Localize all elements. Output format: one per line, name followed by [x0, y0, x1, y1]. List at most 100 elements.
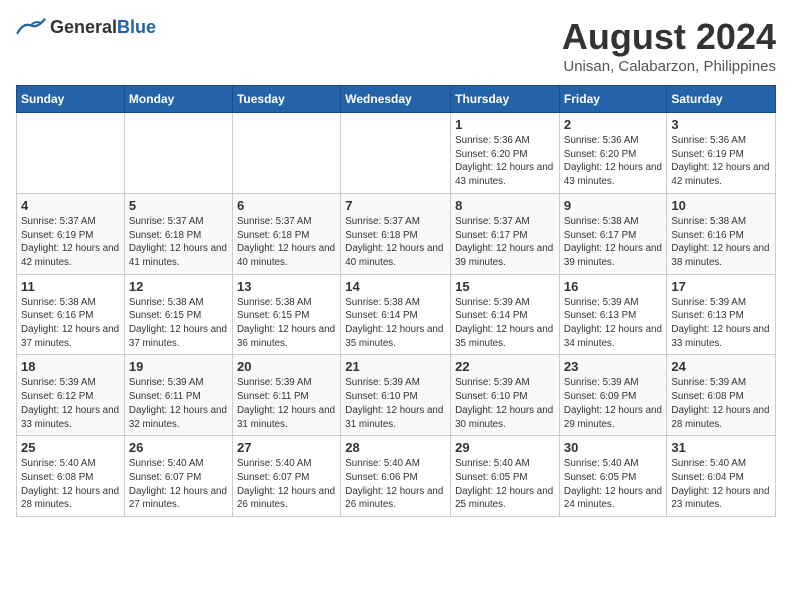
calendar-table: Sunday Monday Tuesday Wednesday Thursday…	[16, 85, 776, 517]
calendar-cell: 5 Sunrise: 5:37 AM Sunset: 6:18 PM Daylig…	[124, 193, 232, 274]
day-info: Sunrise: 5:39 AM Sunset: 6:11 PM Dayligh…	[129, 376, 228, 431]
calendar-cell: 30Sunrise: 5:40 AM Sunset: 6:05 PM Dayli…	[559, 436, 666, 517]
calendar-cell: 31Sunrise: 5:40 AM Sunset: 6:04 PM Dayli…	[667, 436, 776, 517]
day-info: Sunrise: 5:36 AM Sunset: 6:20 PM Dayligh…	[455, 134, 555, 189]
day-info: Sunrise: 5:37 AM Sunset: 6:18 PM Dayligh…	[129, 215, 228, 270]
day-number: 16	[564, 279, 662, 294]
header-friday: Friday	[559, 86, 666, 113]
calendar-cell: 23 Sunrise: 5:39 AM Sunset: 6:09 PM Dayli…	[559, 355, 666, 436]
day-info: Sunrise: 5:36 AM Sunset: 6:19 PM Dayligh…	[671, 134, 771, 189]
day-number: 25	[21, 440, 120, 455]
day-number: 19	[129, 359, 228, 374]
day-info: Sunrise: 5:39 AM Sunset: 6:09 PM Dayligh…	[564, 376, 662, 431]
calendar-cell: 4Sunrise: 5:37 AM Sunset: 6:19 PM Daylig…	[17, 193, 125, 274]
day-number: 17	[671, 279, 771, 294]
calendar-cell: 22Sunrise: 5:39 AM Sunset: 6:10 PM Dayli…	[451, 355, 560, 436]
calendar-title: August 2024	[562, 16, 776, 58]
calendar-cell	[232, 113, 340, 194]
day-info: Sunrise: 5:37 AM Sunset: 6:18 PM Dayligh…	[345, 215, 446, 270]
day-info: Sunrise: 5:36 AM Sunset: 6:20 PM Dayligh…	[564, 134, 662, 189]
day-info: Sunrise: 5:40 AM Sunset: 6:07 PM Dayligh…	[129, 457, 228, 512]
calendar-cell: 19 Sunrise: 5:39 AM Sunset: 6:11 PM Dayli…	[124, 355, 232, 436]
day-number: 1	[455, 117, 555, 132]
day-number: 7	[345, 198, 446, 213]
day-number: 5	[129, 198, 228, 213]
calendar-cell: 29 Sunrise: 5:40 AM Sunset: 6:05 PM Dayli…	[451, 436, 560, 517]
page-header: GeneralBlue August 2024 Unisan, Calabarz…	[16, 16, 776, 75]
day-number: 14	[345, 279, 446, 294]
logo: GeneralBlue	[16, 16, 156, 38]
calendar-cell: 1 Sunrise: 5:36 AM Sunset: 6:20 PM Daylig…	[451, 113, 560, 194]
day-number: 12	[129, 279, 228, 294]
day-info: Sunrise: 5:37 AM Sunset: 6:18 PM Dayligh…	[237, 215, 336, 270]
day-info: Sunrise: 5:39 AM Sunset: 6:13 PM Dayligh…	[564, 296, 662, 351]
day-number: 31	[671, 440, 771, 455]
calendar-week-row: 1 Sunrise: 5:36 AM Sunset: 6:20 PM Daylig…	[17, 113, 776, 194]
day-info: Sunrise: 5:38 AM Sunset: 6:15 PM Dayligh…	[237, 296, 336, 351]
day-number: 28	[345, 440, 446, 455]
day-number: 29	[455, 440, 555, 455]
calendar-cell: 11 Sunrise: 5:38 AM Sunset: 6:16 PM Dayli…	[17, 274, 125, 355]
calendar-subtitle: Unisan, Calabarzon, Philippines	[562, 58, 776, 75]
day-number: 3	[671, 117, 771, 132]
calendar-cell: 8 Sunrise: 5:37 AM Sunset: 6:17 PM Daylig…	[451, 193, 560, 274]
calendar-cell: 16 Sunrise: 5:39 AM Sunset: 6:13 PM Dayli…	[559, 274, 666, 355]
calendar-cell: 14Sunrise: 5:38 AM Sunset: 6:14 PM Dayli…	[341, 274, 451, 355]
day-number: 26	[129, 440, 228, 455]
day-number: 23	[564, 359, 662, 374]
day-number: 4	[21, 198, 120, 213]
day-info: Sunrise: 5:38 AM Sunset: 6:16 PM Dayligh…	[21, 296, 120, 351]
calendar-cell: 2 Sunrise: 5:36 AM Sunset: 6:20 PM Daylig…	[559, 113, 666, 194]
day-number: 6	[237, 198, 336, 213]
calendar-cell: 7 Sunrise: 5:37 AM Sunset: 6:18 PM Daylig…	[341, 193, 451, 274]
calendar-cell: 9Sunrise: 5:38 AM Sunset: 6:17 PM Daylig…	[559, 193, 666, 274]
calendar-cell	[341, 113, 451, 194]
day-number: 11	[21, 279, 120, 294]
calendar-cell: 24Sunrise: 5:39 AM Sunset: 6:08 PM Dayli…	[667, 355, 776, 436]
logo-general: General	[50, 17, 117, 37]
day-number: 2	[564, 117, 662, 132]
day-info: Sunrise: 5:40 AM Sunset: 6:06 PM Dayligh…	[345, 457, 446, 512]
day-info: Sunrise: 5:39 AM Sunset: 6:13 PM Dayligh…	[671, 296, 771, 351]
day-info: Sunrise: 5:40 AM Sunset: 6:08 PM Dayligh…	[21, 457, 120, 512]
day-info: Sunrise: 5:38 AM Sunset: 6:15 PM Dayligh…	[129, 296, 228, 351]
day-info: Sunrise: 5:39 AM Sunset: 6:14 PM Dayligh…	[455, 296, 555, 351]
calendar-cell: 10 Sunrise: 5:38 AM Sunset: 6:16 PM Dayli…	[667, 193, 776, 274]
day-info: Sunrise: 5:37 AM Sunset: 6:17 PM Dayligh…	[455, 215, 555, 270]
day-number: 21	[345, 359, 446, 374]
logo-bird-icon	[16, 16, 46, 38]
day-number: 27	[237, 440, 336, 455]
calendar-cell: 20 Sunrise: 5:39 AM Sunset: 6:11 PM Dayli…	[232, 355, 340, 436]
calendar-cell: 13 Sunrise: 5:38 AM Sunset: 6:15 PM Dayli…	[232, 274, 340, 355]
day-info: Sunrise: 5:40 AM Sunset: 6:07 PM Dayligh…	[237, 457, 336, 512]
day-info: Sunrise: 5:39 AM Sunset: 6:11 PM Dayligh…	[237, 376, 336, 431]
header-thursday: Thursday	[451, 86, 560, 113]
day-info: Sunrise: 5:39 AM Sunset: 6:08 PM Dayligh…	[671, 376, 771, 431]
calendar-cell: 21 Sunrise: 5:39 AM Sunset: 6:10 PM Dayli…	[341, 355, 451, 436]
day-number: 30	[564, 440, 662, 455]
calendar-cell: 15Sunrise: 5:39 AM Sunset: 6:14 PM Dayli…	[451, 274, 560, 355]
calendar-week-row: 25 Sunrise: 5:40 AM Sunset: 6:08 PM Dayli…	[17, 436, 776, 517]
day-number: 8	[455, 198, 555, 213]
day-number: 10	[671, 198, 771, 213]
calendar-cell: 26 Sunrise: 5:40 AM Sunset: 6:07 PM Dayli…	[124, 436, 232, 517]
header-saturday: Saturday	[667, 86, 776, 113]
day-info: Sunrise: 5:39 AM Sunset: 6:10 PM Dayligh…	[345, 376, 446, 431]
day-number: 20	[237, 359, 336, 374]
header-tuesday: Tuesday	[232, 86, 340, 113]
weekday-header-row: Sunday Monday Tuesday Wednesday Thursday…	[17, 86, 776, 113]
day-info: Sunrise: 5:40 AM Sunset: 6:05 PM Dayligh…	[455, 457, 555, 512]
header-monday: Monday	[124, 86, 232, 113]
calendar-cell: 28 Sunrise: 5:40 AM Sunset: 6:06 PM Dayli…	[341, 436, 451, 517]
day-number: 22	[455, 359, 555, 374]
day-number: 13	[237, 279, 336, 294]
calendar-cell	[124, 113, 232, 194]
calendar-cell: 17 Sunrise: 5:39 AM Sunset: 6:13 PM Dayli…	[667, 274, 776, 355]
day-number: 18	[21, 359, 120, 374]
calendar-cell: 12 Sunrise: 5:38 AM Sunset: 6:15 PM Dayli…	[124, 274, 232, 355]
logo-blue: Blue	[117, 17, 156, 37]
calendar-cell: 18Sunrise: 5:39 AM Sunset: 6:12 PM Dayli…	[17, 355, 125, 436]
day-info: Sunrise: 5:38 AM Sunset: 6:16 PM Dayligh…	[671, 215, 771, 270]
calendar-cell: 25 Sunrise: 5:40 AM Sunset: 6:08 PM Dayli…	[17, 436, 125, 517]
calendar-week-row: 11 Sunrise: 5:38 AM Sunset: 6:16 PM Dayli…	[17, 274, 776, 355]
